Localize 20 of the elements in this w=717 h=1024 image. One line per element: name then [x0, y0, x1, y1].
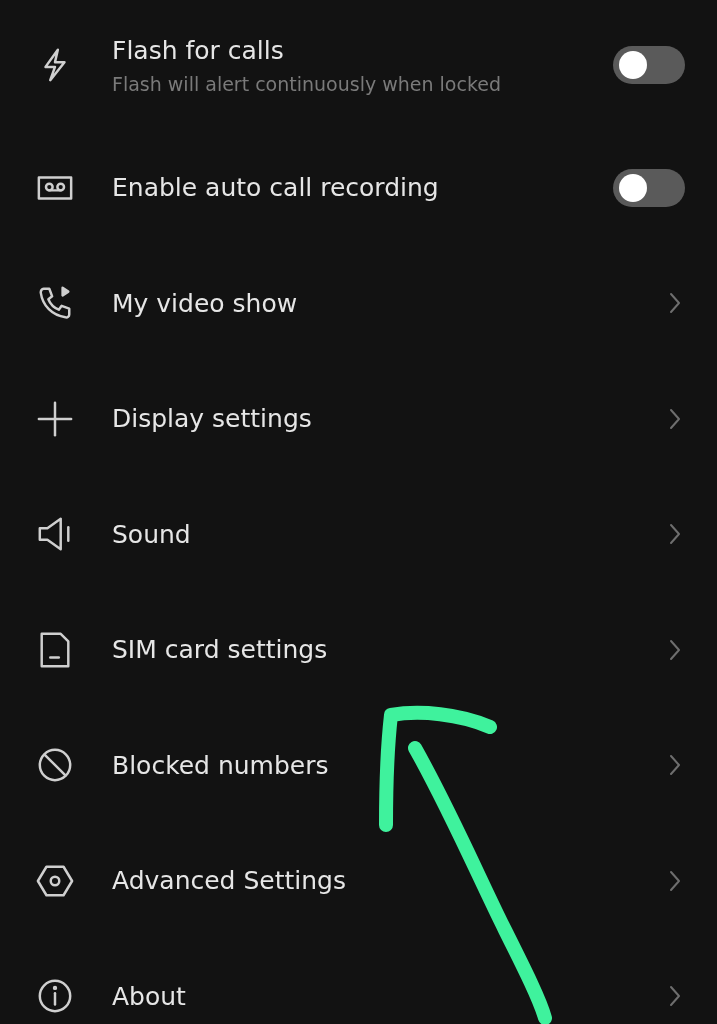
chevron-right-icon: [669, 292, 681, 315]
setting-description: Flash will alert continuously when locked: [112, 72, 502, 95]
chevron-right-icon: [669, 407, 681, 430]
setting-title: Enable auto call recording: [112, 173, 440, 203]
setting-title: Flash for calls: [112, 35, 285, 65]
setting-title: Sound: [112, 519, 192, 549]
setting-title: Display settings: [112, 404, 313, 434]
chevron-right-icon: [669, 985, 681, 1008]
setting-title: My video show: [112, 288, 299, 318]
setting-title: About: [112, 981, 187, 1011]
chevron-right-icon: [669, 754, 681, 777]
setting-title: Blocked numbers: [112, 750, 330, 780]
chevron-right-icon: [669, 523, 681, 546]
setting-title: SIM card settings: [112, 635, 329, 665]
plus-icon: [36, 399, 74, 438]
setting-title: Advanced Settings: [112, 866, 347, 896]
chevron-right-icon: [669, 638, 681, 661]
toggle-switch[interactable]: [613, 46, 685, 84]
toggle-switch[interactable]: [613, 168, 685, 207]
chevron-right-icon: [669, 869, 681, 892]
